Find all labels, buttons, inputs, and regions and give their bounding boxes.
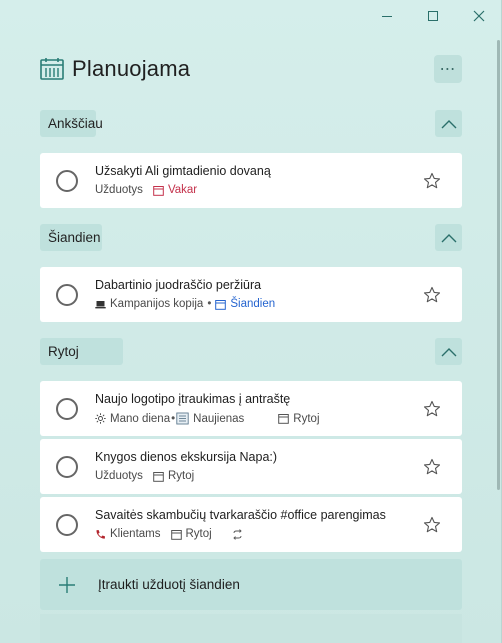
- task-meta: Kampanijos kopija • Šiandien: [95, 298, 275, 310]
- calendar-icon: [153, 185, 164, 196]
- task-due: Šiandien: [230, 298, 276, 310]
- complete-checkbox[interactable]: [56, 514, 78, 536]
- calendar-grid-icon: [40, 58, 64, 80]
- task-due: Rytoj: [185, 528, 212, 540]
- page-title: Planuojama: [72, 56, 191, 81]
- task-item[interactable]: Naujo logotipo įtraukimas į antraštę Man…: [40, 381, 462, 436]
- collapse-today-button[interactable]: [435, 224, 462, 251]
- complete-checkbox[interactable]: [56, 398, 78, 420]
- chevron-up-icon: [441, 119, 456, 128]
- phone-icon: [95, 529, 106, 540]
- laptop-icon: [95, 299, 106, 310]
- repeat-icon: [232, 528, 243, 540]
- group-label: Šiandien: [48, 230, 101, 245]
- chevron-up-icon: [441, 347, 456, 356]
- chevron-up-icon: [441, 233, 456, 242]
- complete-checkbox[interactable]: [56, 284, 78, 306]
- more-icon: ⋯: [439, 61, 457, 78]
- bottom-area: [40, 614, 462, 643]
- more-options-button[interactable]: ⋯: [434, 55, 462, 83]
- task-item[interactable]: Dabartinio juodraščio peržiūra Kampanijo…: [40, 267, 462, 322]
- plus-icon: [59, 576, 75, 593]
- task-item[interactable]: Knygos dienos ekskursija Napa:) Užduotys…: [40, 439, 462, 494]
- star-icon[interactable]: [423, 458, 441, 476]
- star-icon[interactable]: [423, 286, 441, 304]
- star-icon[interactable]: [423, 400, 441, 418]
- scrollbar-thumb[interactable]: [497, 40, 500, 490]
- task-title: Savaitės skambučių tvarkaraščio #office …: [95, 508, 386, 522]
- collapse-earlier-button[interactable]: [435, 110, 462, 137]
- task-item[interactable]: Užsakyti Ali gimtadienio dovaną Užduotys…: [40, 153, 462, 208]
- group-label: Rytoj: [48, 344, 79, 359]
- my-day-label: Mano diena: [110, 412, 171, 425]
- maximize-icon: [428, 11, 438, 21]
- separator: •: [171, 412, 176, 425]
- page-header: Planuojama: [40, 56, 190, 82]
- sun-icon: [95, 413, 106, 424]
- newspaper-icon: [176, 412, 189, 425]
- calendar-icon: [153, 471, 164, 482]
- task-title: Užsakyti Ali gimtadienio dovaną: [95, 164, 271, 178]
- task-meta: Užduotys Rytoj: [95, 470, 194, 482]
- close-button[interactable]: [456, 0, 502, 32]
- task-meta: Užduotys Vakar: [95, 184, 197, 196]
- minimize-button[interactable]: [364, 0, 410, 32]
- group-header-today[interactable]: Šiandien: [40, 224, 102, 251]
- task-list: Naujienas: [193, 412, 245, 425]
- task-due: Rytoj: [167, 470, 195, 482]
- maximize-button[interactable]: [410, 0, 456, 32]
- calendar-icon: [215, 299, 227, 310]
- task-title: Dabartinio juodraščio peržiūra: [95, 278, 262, 292]
- task-list: Užduotys: [95, 184, 143, 196]
- task-list: Klientams: [110, 528, 161, 540]
- add-task-bar[interactable]: Įtraukti užduotį šiandien: [40, 559, 462, 610]
- collapse-tomorrow-button[interactable]: [435, 338, 462, 365]
- task-title: Knygos dienos ekskursija Napa:): [95, 450, 278, 464]
- task-due: Vakar: [167, 184, 198, 196]
- complete-checkbox[interactable]: [56, 170, 78, 192]
- star-icon[interactable]: [423, 172, 441, 190]
- task-list: Užduotys: [95, 470, 143, 482]
- task-title: Naujo logotipo įtraukimas į antraštę: [95, 392, 291, 406]
- task-meta: Mano diena • Naujienas Rytoj: [95, 412, 320, 425]
- group-header-earlier[interactable]: Ankščiau: [40, 110, 103, 137]
- minimize-icon: [382, 15, 392, 17]
- app-window: Planuojama ⋯ Ankščiau Užsakyti Ali gimta…: [0, 0, 502, 643]
- complete-checkbox[interactable]: [56, 456, 78, 478]
- task-list: Kampanijos kopija: [110, 298, 204, 310]
- task-meta: Klientams Rytoj: [95, 528, 247, 540]
- calendar-icon: [170, 529, 182, 540]
- task-item[interactable]: Savaitės skambučių tvarkaraščio #office …: [40, 497, 462, 552]
- separator: •: [207, 298, 212, 310]
- task-due: Rytoj: [293, 412, 320, 425]
- add-task-input[interactable]: Įtraukti užduotį šiandien: [98, 577, 240, 592]
- star-icon[interactable]: [423, 516, 441, 534]
- group-label: Ankščiau: [48, 116, 103, 131]
- group-header-tomorrow[interactable]: Rytoj: [40, 338, 123, 365]
- close-icon: [473, 10, 485, 22]
- calendar-icon: [278, 413, 290, 424]
